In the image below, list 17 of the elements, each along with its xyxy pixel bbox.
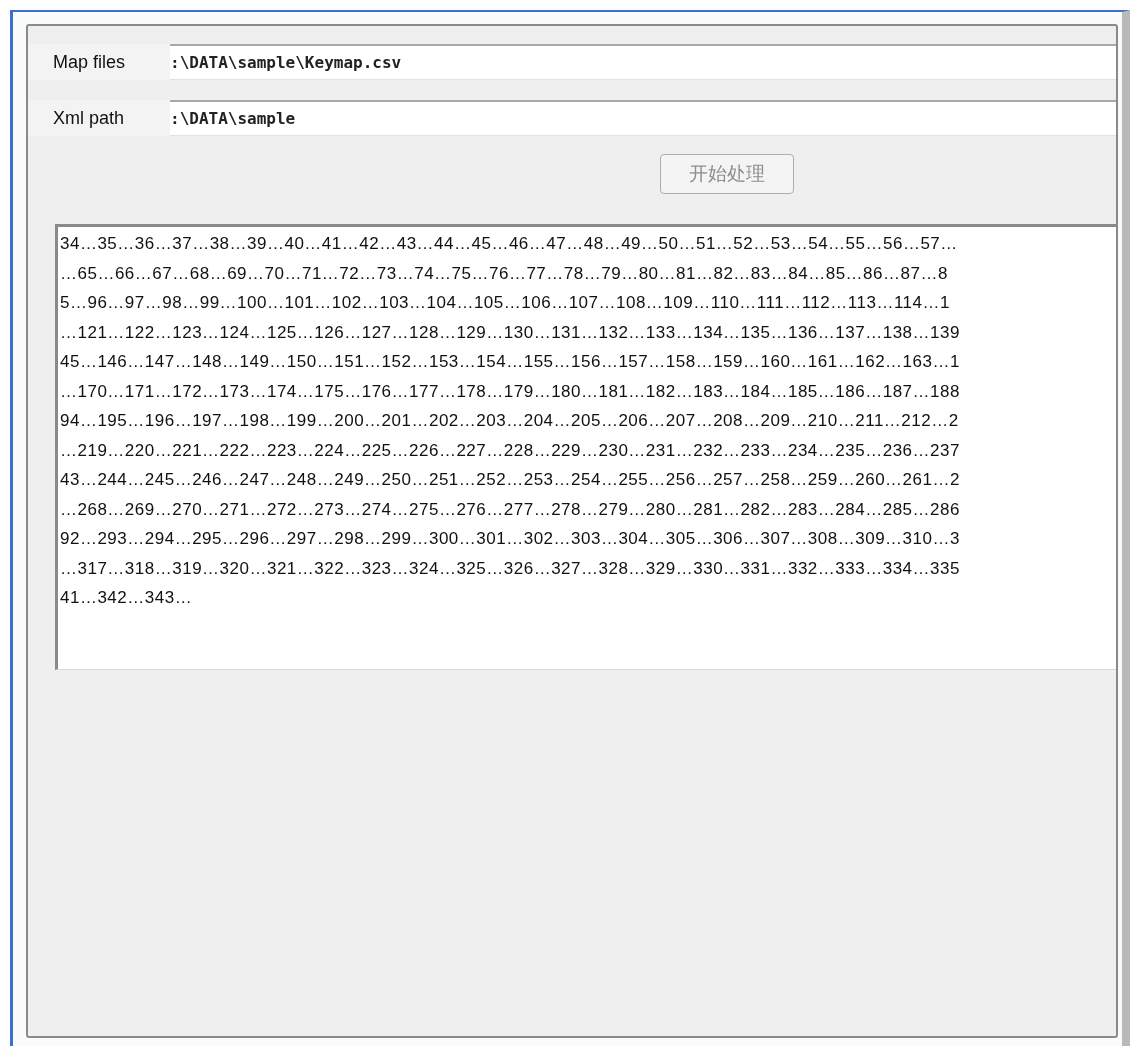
output-line: 45…146…147…148…149…150…151…152…153…154…155…156…157…158…159…160…161…162…163…1: [60, 351, 960, 373]
output-line: …268…269…270…271…272…273…274…275…276…277…278…279…280…281…282…283…284…285…286: [60, 498, 960, 521]
path-field[interactable]: :\DATA\sample\Keymap.csv: [170, 44, 1116, 80]
field-label: Map files: [28, 44, 170, 80]
output-line: …65…66…67…68…69…70…71…72…73…74…75…76…77…78…79…80…81…82…83…84…85…86…87…8: [60, 262, 948, 285]
field-label: Xml path: [28, 100, 170, 136]
output-line: 92…293…294…295…296…297…298…299…300…301…302…303…304…305…306…307…308…309…310…3: [60, 528, 960, 550]
output-line: 41…342…343…: [60, 587, 193, 609]
output-line: 34…35…36…37…38…39…40…41…42…43…44…45…46…47…48…49…50…51…52…53…54…55…56…57…: [60, 233, 958, 255]
output-line: …170…171…172…173…174…175…176…177…178…179…180…181…182…183…184…185…186…187…188: [60, 380, 960, 403]
output-line: 43…244…245…246…247…248…249…250…251…252…253…254…255…256…257…258…259…260…261…2: [60, 469, 960, 491]
path-field[interactable]: :\DATA\sample: [170, 100, 1116, 136]
output-line: 94…195…196…197…198…199…200…201…202…203…204…205…206…207…208…209…210…211…212…2: [60, 410, 959, 432]
output-line: 5…96…97…98…99…100…101…102…103…104…105…106…107…108…109…110…111…112…113…114…1: [60, 292, 950, 314]
output-line: …121…122…123…124…125…126…127…128…129…130…131…132…133…134…135…136…137…138…139: [60, 321, 960, 344]
output-line: …219…220…221…222…223…224…225…226…227…228…229…230…231…232…233…234…235…236…237: [60, 439, 960, 462]
output-line: …317…318…319…320…321…322…323…324…325…326…327…328…329…330…331…332…333…334…335: [60, 557, 960, 580]
